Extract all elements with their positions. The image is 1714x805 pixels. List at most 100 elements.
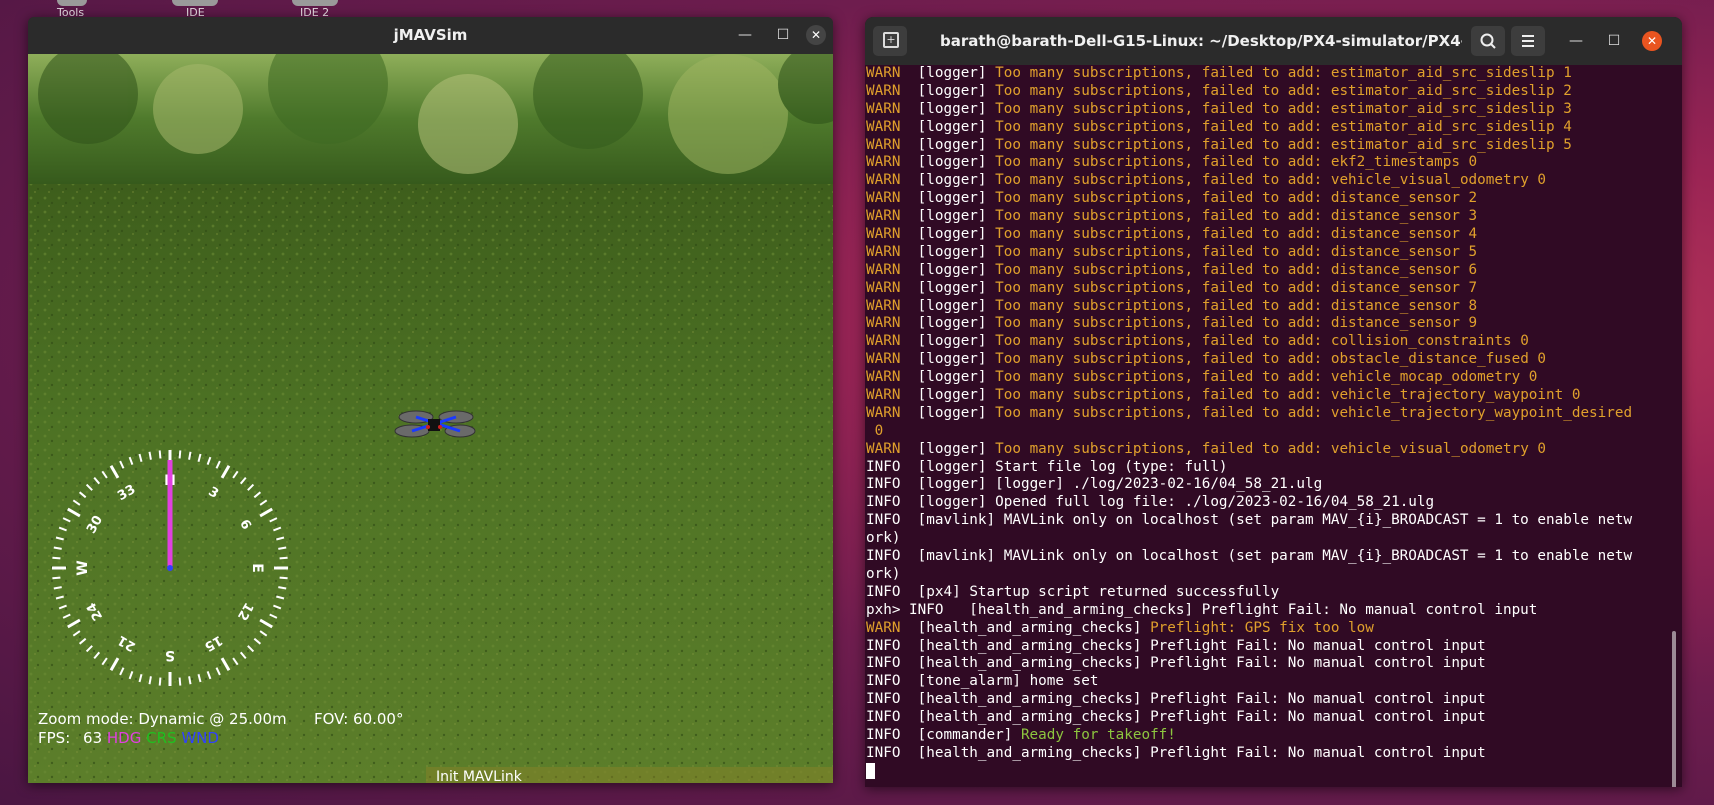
log-level: WARN xyxy=(866,190,901,207)
terminal-line: WARN [logger] Too many subscriptions, fa… xyxy=(866,369,1666,387)
log-level: WARN xyxy=(866,619,901,636)
compass-label: W xyxy=(75,560,91,575)
log-module: [tone_alarm] xyxy=(917,673,1021,690)
terminal-line: WARN [logger] Too many subscriptions, fa… xyxy=(866,172,1666,190)
compass-tick xyxy=(279,556,288,560)
simulation-view[interactable]: N36E1215S2124W3033 Zoom mode: Dynamic @ … xyxy=(28,54,833,783)
search-button[interactable] xyxy=(1471,26,1505,56)
log-level: INFO xyxy=(866,691,901,708)
terminal-cursor-line[interactable] xyxy=(866,762,1666,781)
terminal-line: WARN [logger] Too many subscriptions, fa… xyxy=(866,137,1666,155)
terminal-line: WARN [logger] Too many subscriptions, fa… xyxy=(866,315,1666,333)
log-level: pxh> INFO xyxy=(866,601,944,618)
log-level: INFO xyxy=(866,583,901,600)
log-message: Too many subscriptions, failed to add: d… xyxy=(995,190,1478,207)
log-module: [logger] xyxy=(917,297,987,314)
new-tab-icon: + xyxy=(883,32,899,48)
fps-value: 63 xyxy=(83,729,103,747)
maximize-icon[interactable]: ☐ xyxy=(773,25,793,45)
terminal-line: INFO [logger] Opened full log file: ./lo… xyxy=(866,494,1666,512)
terminal-line: INFO [logger] [logger] ./log/2023-02-16/… xyxy=(866,476,1666,494)
new-tab-button[interactable]: + xyxy=(873,26,907,56)
terminal-scrollbar[interactable] xyxy=(1672,631,1676,787)
log-message: Too many subscriptions, failed to add: e… xyxy=(995,100,1572,117)
terminal-line: WARN [logger] Too many subscriptions, fa… xyxy=(866,351,1666,369)
log-module: [logger] xyxy=(917,315,987,332)
log-message: home set xyxy=(1029,673,1099,690)
log-message: Preflight: GPS fix too low xyxy=(1150,619,1374,636)
log-module: [logger] xyxy=(917,100,987,117)
log-level: WARN xyxy=(866,82,901,99)
log-message: Too many subscriptions, failed to add: d… xyxy=(995,297,1478,314)
log-message: Preflight Fail: No manual control input xyxy=(1150,709,1486,726)
terminal-minimize-icon[interactable]: — xyxy=(1566,31,1586,51)
log-module: [logger] xyxy=(917,404,987,421)
log-message: Too many subscriptions, failed to add: v… xyxy=(995,404,1633,421)
log-module: [logger] xyxy=(917,208,987,225)
log-level: WARN xyxy=(866,351,901,368)
terminal-line: INFO [px4] Startup script returned succe… xyxy=(866,584,1666,602)
terminal-line: ork) xyxy=(866,530,1666,548)
mavlink-status: Init MAVLink xyxy=(426,767,833,783)
menu-button[interactable] xyxy=(1511,26,1545,56)
log-module: [health_and_arming_checks] xyxy=(917,744,1142,761)
compass-tick xyxy=(53,546,62,550)
log-message: Preflight Fail: No manual control input xyxy=(1150,691,1486,708)
terminal-line: INFO [logger] Start file log (type: full… xyxy=(866,459,1666,477)
log-message: MAVLink only on localhost (set param MAV… xyxy=(1003,512,1633,529)
log-message: Too many subscriptions, failed to add: d… xyxy=(995,315,1478,332)
log-level: INFO xyxy=(866,637,901,654)
log-message: Too many subscriptions, failed to add: v… xyxy=(995,440,1547,457)
terminal-line: ork) xyxy=(866,566,1666,584)
log-module: [mavlink] xyxy=(917,512,996,529)
log-message: Too many subscriptions, failed to add: d… xyxy=(995,226,1478,243)
compass-tick xyxy=(278,546,287,550)
log-level: INFO xyxy=(866,726,901,743)
terminal-line: WARN [logger] Too many subscriptions, fa… xyxy=(866,441,1666,459)
log-module: [logger] xyxy=(917,65,987,81)
log-message: Preflight Fail: No manual control input xyxy=(1201,601,1538,618)
log-level: WARN xyxy=(866,65,901,81)
terminal-line: WARN [logger] Too many subscriptions, fa… xyxy=(866,262,1666,280)
log-level: WARN xyxy=(866,297,901,314)
terminal-line: WARN [logger] Too many subscriptions, fa… xyxy=(866,101,1666,119)
compass-center xyxy=(167,565,173,571)
log-level: WARN xyxy=(866,118,901,135)
log-module: [logger] xyxy=(917,279,987,296)
compass-tick xyxy=(53,586,62,590)
terminal-titlebar[interactable]: + barath@barath-Dell-G15-Linux: ~/Deskto… xyxy=(865,17,1682,65)
log-module: [logger] xyxy=(917,190,987,207)
terminal-line: INFO [commander] Ready for takeoff! xyxy=(866,727,1666,745)
log-level: INFO xyxy=(866,476,901,493)
log-module: [logger] xyxy=(917,387,987,404)
log-level: WARN xyxy=(866,387,901,404)
log-module: [logger] xyxy=(917,118,987,135)
log-level: WARN xyxy=(866,208,901,225)
jmavsim-titlebar[interactable]: jMAVSim — ☐ ✕ xyxy=(28,17,833,55)
log-level: WARN xyxy=(866,172,901,189)
log-message: Preflight Fail: No manual control input xyxy=(1150,637,1486,654)
log-level: WARN xyxy=(866,154,901,171)
log-module: [logger] xyxy=(917,458,987,475)
log-message: Too many subscriptions, failed to add: v… xyxy=(995,387,1581,404)
terminal-maximize-icon[interactable]: ☐ xyxy=(1604,31,1624,51)
log-message: Too many subscriptions, failed to add: d… xyxy=(995,261,1478,278)
compass-tick xyxy=(158,450,162,459)
compass-rose: N36E1215S2124W3033 xyxy=(52,450,288,686)
log-message: Opened full log file: ./log/2023-02-16/0… xyxy=(995,494,1435,511)
terminal-line: WARN [logger] Too many subscriptions, fa… xyxy=(866,333,1666,351)
log-level: INFO xyxy=(866,673,901,690)
terminal-line: WARN [logger] Too many subscriptions, fa… xyxy=(866,83,1666,101)
log-level: INFO xyxy=(866,512,901,529)
terminal-line: WARN [logger] Too many subscriptions, fa… xyxy=(866,405,1666,423)
compass-tick xyxy=(178,450,182,459)
log-message: [logger] ./log/2023-02-16/04_58_21.ulg xyxy=(995,476,1323,493)
terminal-close-icon[interactable]: ✕ xyxy=(1642,31,1662,51)
log-level: INFO xyxy=(866,494,901,511)
terminal-output[interactable]: WARN [logger] Too many subscriptions, fa… xyxy=(865,65,1665,787)
close-icon[interactable]: ✕ xyxy=(806,25,826,45)
compass-tick xyxy=(148,676,152,685)
minimize-icon[interactable]: — xyxy=(735,25,755,45)
log-module: [commander] xyxy=(917,726,1013,743)
log-message: Too many subscriptions, failed to add: c… xyxy=(995,333,1529,350)
